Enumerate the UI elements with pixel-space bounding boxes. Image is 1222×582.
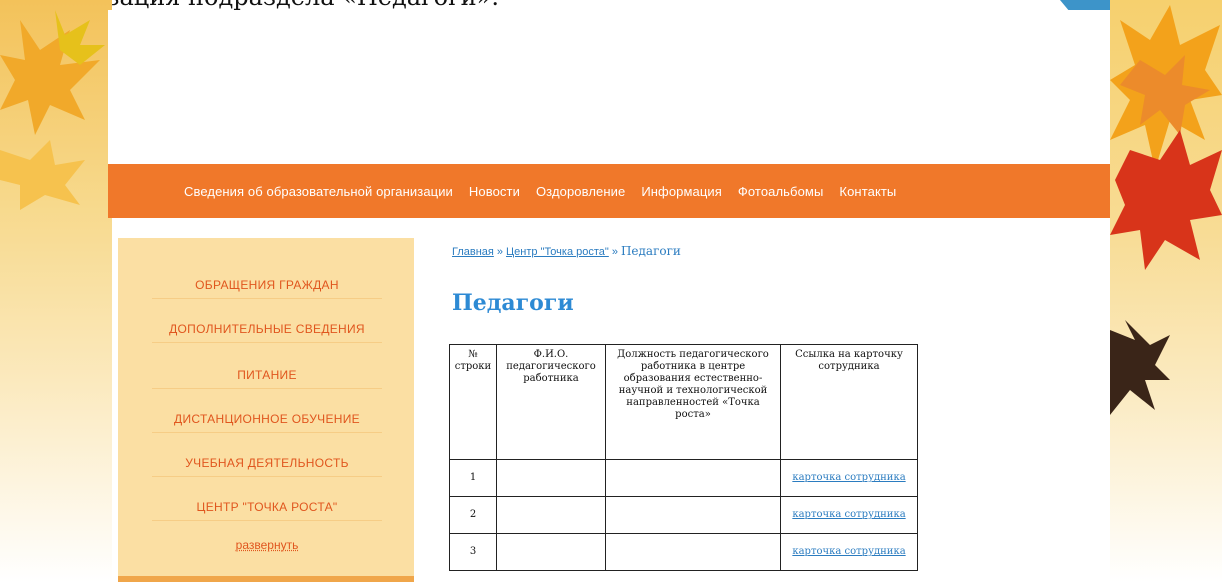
sidebar-item-education[interactable]: УЧЕБНАЯ ДЕЯТЕЛЬНОСТЬ: [152, 456, 382, 470]
maple-leaf-icon: [0, 140, 85, 210]
maple-leaf-icon: [0, 10, 105, 135]
sidebar-item-appeals[interactable]: ОБРАЩЕНИЯ ГРАЖДАН: [152, 278, 382, 292]
row-link-cell: карточка сотрудника: [780, 459, 918, 497]
nav-item-health[interactable]: Оздоровление: [528, 184, 633, 199]
breadcrumb-home[interactable]: Главная: [452, 246, 494, 258]
row-link-cell: карточка сотрудника: [780, 496, 918, 534]
nav-item-news[interactable]: Новости: [461, 184, 528, 199]
left-decoration: [0, 0, 112, 582]
table-row: 1 карточка сотрудника: [449, 459, 918, 497]
breadcrumb-separator: »: [611, 246, 618, 258]
column-header-position: Должность педагогического работника в це…: [605, 344, 781, 460]
staff-table: № строки Ф.И.О. педагогического работник…: [449, 344, 918, 571]
right-decoration: [1110, 0, 1222, 582]
row-position: [605, 533, 781, 571]
breadcrumb-parent[interactable]: Центр "Точка роста": [506, 246, 609, 258]
row-number: 2: [449, 496, 497, 534]
nav-item-contacts[interactable]: Контакты: [831, 184, 904, 199]
expand-link[interactable]: развернуть: [152, 538, 382, 552]
sidebar-divider: [152, 476, 382, 477]
sidebar-item-distance-learning[interactable]: ДИСТАНЦИОННОЕ ОБУЧЕНИЕ: [152, 412, 382, 426]
main-nav: Сведения об образовательной организации …: [108, 164, 1110, 218]
sidebar-divider: [152, 342, 382, 343]
row-name: [496, 533, 606, 571]
breadcrumb: Главная» Центр "Точка роста"» Педагоги: [452, 244, 681, 258]
site-header: [108, 10, 1110, 164]
sidebar-item-additional-info[interactable]: ДОПОЛНИТЕЛЬНЫЕ СВЕДЕНИЯ: [152, 322, 382, 336]
breadcrumb-current: Педагоги: [620, 244, 681, 258]
row-name: [496, 459, 606, 497]
sidebar-item-nutrition[interactable]: ПИТАНИЕ: [152, 368, 382, 382]
row-position: [605, 496, 781, 534]
maple-leaf-icon: [1110, 320, 1170, 415]
sidebar-divider: [152, 432, 382, 433]
row-number: 1: [449, 459, 497, 497]
column-header-link: Ссылка на карточку сотрудника: [780, 344, 918, 460]
sidebar-divider: [152, 520, 382, 521]
sidebar: ОБРАЩЕНИЯ ГРАЖДАН ДОПОЛНИТЕЛЬНЫЕ СВЕДЕНИ…: [118, 238, 414, 582]
sidebar-divider: [152, 388, 382, 389]
employee-card-link[interactable]: карточка сотрудника: [792, 472, 905, 483]
table-header-row: № строки Ф.И.О. педагогического работник…: [449, 344, 918, 460]
maple-leaf-icon: [1110, 130, 1222, 270]
column-header-name: Ф.И.О. педагогического работника: [496, 344, 606, 460]
row-position: [605, 459, 781, 497]
breadcrumb-separator: »: [496, 246, 503, 258]
employee-card-link[interactable]: карточка сотрудника: [792, 546, 905, 557]
page-title: Педагоги: [452, 290, 574, 316]
table-row: 2 карточка сотрудника: [449, 496, 918, 534]
column-header-number: № строки: [449, 344, 497, 460]
nav-item-info[interactable]: Информация: [633, 184, 730, 199]
row-number: 3: [449, 533, 497, 571]
row-link-cell: карточка сотрудника: [780, 533, 918, 571]
employee-card-link[interactable]: карточка сотрудника: [792, 509, 905, 520]
nav-item-about[interactable]: Сведения об образовательной организации: [176, 184, 461, 199]
sidebar-bottom-bar: [118, 576, 414, 582]
sidebar-item-growth-center[interactable]: ЦЕНТР "ТОЧКА РОСТА": [152, 500, 382, 514]
sidebar-divider: [152, 298, 382, 299]
table-row: 3 карточка сотрудника: [449, 533, 918, 571]
row-name: [496, 496, 606, 534]
nav-item-photos[interactable]: Фотоальбомы: [730, 184, 832, 199]
